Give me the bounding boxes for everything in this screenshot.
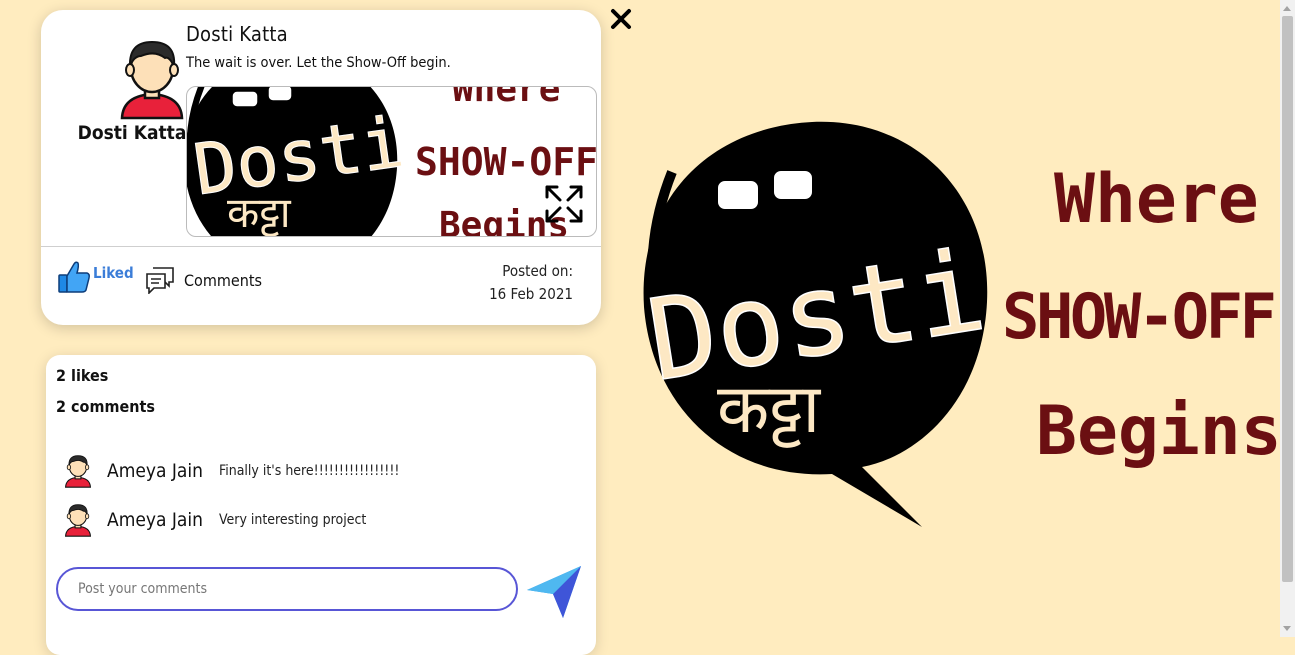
comment-input[interactable] <box>56 567 518 611</box>
tagline-showoff: SHOW-OFF <box>1002 280 1277 353</box>
author-side-name: Dosti Katta <box>77 122 187 144</box>
post-divider <box>41 246 601 247</box>
comment-username[interactable]: Ameya Jain <box>107 460 203 482</box>
vertical-scrollbar[interactable] <box>1280 0 1295 637</box>
comment-text: Finally it's here!!!!!!!!!!!!!!!!! <box>218 463 400 479</box>
comment-item: Ameya Jain Very interesting project <box>64 503 366 537</box>
post-caption: The wait is over. Let the Show-Off begin… <box>186 55 451 71</box>
scroll-down-arrow-icon[interactable] <box>1283 626 1291 631</box>
comments-button[interactable]: Comments <box>145 266 262 294</box>
posted-on-label: Posted on: <box>502 262 573 280</box>
post-author-name[interactable]: Dosti Katta <box>186 22 288 46</box>
like-button[interactable]: Liked <box>57 260 134 294</box>
commenter-avatar <box>64 503 92 537</box>
thumb-tagline-showoff: SHOW-OFF <box>415 140 596 184</box>
expand-icon[interactable] <box>544 184 584 224</box>
likes-count[interactable]: 2 likes <box>56 366 108 385</box>
posted-date: 16 Feb 2021 <box>489 285 573 303</box>
tagline-begins: Begins <box>1036 392 1280 471</box>
tagline-where: Where <box>1054 160 1259 239</box>
post-image-thumbnail[interactable]: Dosti कट्टा Where SHOW-OFF Begins <box>186 86 597 237</box>
logo-brand-script: कट्टा <box>717 370 821 449</box>
send-icon[interactable] <box>525 564 583 620</box>
comment-item: Ameya Jain Finally it's here!!!!!!!!!!!!… <box>64 454 399 488</box>
comment-text: Very interesting project <box>218 512 367 528</box>
scroll-up-arrow-icon[interactable] <box>1283 6 1291 11</box>
comment-username[interactable]: Ameya Jain <box>107 509 203 531</box>
author-avatar <box>119 38 185 120</box>
posted-on: Posted on: 16 Feb 2021 <box>489 260 573 306</box>
scrollbar-thumb[interactable] <box>1282 16 1293 582</box>
comments-icon <box>146 267 174 294</box>
commenter-avatar <box>64 454 92 488</box>
post-card: Dosti Katta Dosti Katta The wait is over… <box>41 10 601 325</box>
close-icon[interactable] <box>610 8 632 30</box>
comments-card: 2 likes 2 comments Ameya Jain Finally it… <box>46 355 596 655</box>
expanded-post-image: Dosti कट्टा Where SHOW-OFF Begins <box>632 102 1282 534</box>
thumb-logo-script: कट्टा <box>227 188 292 236</box>
comments-count: 2 comments <box>56 397 155 416</box>
like-label: Liked <box>93 264 134 282</box>
thumbs-up-icon <box>58 261 90 293</box>
thumb-tagline-where: Where <box>452 87 560 110</box>
comments-label: Comments <box>184 270 263 290</box>
